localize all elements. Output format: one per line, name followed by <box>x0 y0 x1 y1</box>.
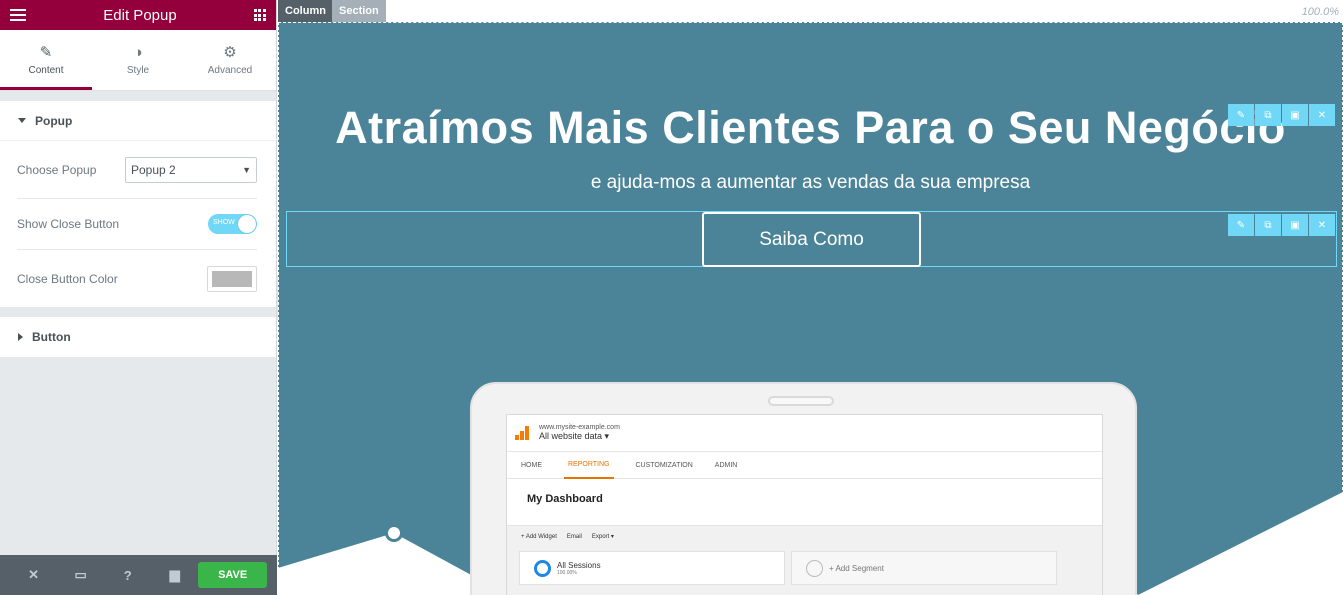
analytics-nav-customization: CUSTOMIZATION <box>635 461 693 469</box>
analytics-export: Export ▾ <box>591 534 614 540</box>
segment-empty-ring-icon <box>806 559 823 577</box>
analytics-nav: HOME REPORTING CUSTOMIZATION ADMIN <box>507 451 1102 479</box>
pencil-icon: ✎ <box>39 44 53 61</box>
gear-icon: ⚙ <box>223 44 237 61</box>
popup-section-header[interactable]: Popup <box>0 101 276 141</box>
analytics-add-widget: + Add Widget <box>521 533 557 540</box>
column-handle[interactable]: Column <box>278 0 333 22</box>
analytics-email: Email <box>566 533 582 540</box>
analytics-nav-home: HOME <box>521 461 542 469</box>
duplicate-icon[interactable]: ⧉ <box>1255 214 1281 236</box>
toggle-text: SHOW <box>213 219 235 226</box>
panel-footer: ✕ ▭ ? ▆ SAVE <box>0 555 277 595</box>
preview-canvas: Column Section 100.0% Atraímos Mais Clie… <box>278 0 1343 595</box>
help-icon[interactable]: ? <box>104 568 151 583</box>
panel-title: Edit Popup <box>103 6 177 24</box>
folder-icon[interactable]: ▆ <box>151 567 198 583</box>
tab-advanced[interactable]: ⚙ Advanced <box>184 30 276 90</box>
show-close-label: Show Close Button <box>17 217 120 231</box>
segment-value: 100.00% <box>557 569 577 576</box>
edit-icon[interactable]: ✎ <box>1228 214 1254 236</box>
hero-headline[interactable]: Atraímos Mais Clientes Para o Seu Negóci… <box>278 102 1343 154</box>
heading-toolbar: ✎ ⧉ ▣ ✕ <box>1228 104 1335 126</box>
panel-header: Edit Popup <box>0 0 276 30</box>
tab-style-label: Style <box>126 65 150 76</box>
edit-icon[interactable]: ✎ <box>1228 104 1254 126</box>
tab-content[interactable]: ✎ Content <box>0 30 92 90</box>
analytics-logo-icon <box>515 426 529 440</box>
tab-content-label: Content <box>28 65 64 76</box>
choose-popup-select[interactable]: Popup 2 ▼ <box>125 156 257 183</box>
analytics-nav-reporting: REPORTING <box>564 452 614 479</box>
tablet-mockup: www.mysite-example.com All website data … <box>470 382 1137 595</box>
close-color-control: Close Button Color <box>17 250 257 307</box>
analytics-site: www.mysite-example.com <box>539 424 620 431</box>
caret-down-icon <box>18 118 26 123</box>
hero-subheadline[interactable]: e ajuda-mos a aumentar as vendas da sua … <box>278 172 1343 194</box>
analytics-nav-admin: ADMIN <box>714 461 738 469</box>
saiba-como-button[interactable]: Saiba Como <box>702 212 921 267</box>
contrast-icon: ◑ <box>133 43 143 61</box>
segment-all-sessions: All Sessions 100.00% <box>519 551 785 585</box>
analytics-segments: All Sessions 100.00% + Add Segment <box>507 547 1102 595</box>
add-segment-label: + Add Segment <box>829 563 884 573</box>
analytics-screen: www.mysite-example.com All website data … <box>506 414 1103 595</box>
responsive-desktop-icon[interactable]: ▭ <box>57 567 104 583</box>
tablet-speaker <box>768 396 834 406</box>
button-section-header[interactable]: Button <box>0 317 276 357</box>
popup-section-title: Popup <box>35 113 73 128</box>
duplicate-icon[interactable]: ⧉ <box>1255 104 1281 126</box>
button-toolbar: ✎ ⧉ ▣ ✕ <box>1228 214 1335 236</box>
save-template-icon[interactable]: ▣ <box>1282 104 1308 126</box>
zoom-level: 100.0% <box>1301 6 1339 18</box>
save-button[interactable]: SAVE <box>198 562 267 588</box>
divider-handle-dot <box>385 524 403 542</box>
save-template-icon[interactable]: ▣ <box>1282 214 1308 236</box>
editor-app: Edit Popup ✎ Content ◑ Style ⚙ Advanced … <box>0 0 1343 595</box>
caret-right-icon <box>18 333 23 341</box>
choose-popup-control: Choose Popup Popup 2 ▼ <box>17 141 257 199</box>
show-close-control: Show Close Button SHOW <box>17 199 257 250</box>
menu-icon[interactable] <box>10 9 26 21</box>
segment-text: All Sessions 100.00% <box>557 561 601 576</box>
analytics-toolbar: + Add Widget Email Export ▾ <box>507 525 1102 547</box>
close-icon[interactable]: ✕ <box>10 567 57 583</box>
show-close-toggle[interactable]: SHOW <box>208 214 257 234</box>
button-section: Button <box>0 317 276 357</box>
close-color-label: Close Button Color <box>17 271 118 286</box>
close-color-swatch[interactable] <box>207 265 257 292</box>
tab-advanced-label: Advanced <box>207 65 253 76</box>
segment-ring-icon <box>534 559 551 577</box>
delete-icon[interactable]: ✕ <box>1309 214 1335 236</box>
popup-section: Popup Choose Popup Popup 2 ▼ Show Close … <box>0 101 276 307</box>
toggle-knob <box>238 215 256 233</box>
segment-add: + Add Segment <box>791 551 1057 585</box>
dropdown-arrow-icon: ▼ <box>242 164 251 175</box>
choose-popup-value: Popup 2 <box>131 162 176 177</box>
section-handle[interactable]: Section <box>332 0 386 22</box>
tab-style[interactable]: ◑ Style <box>92 30 184 90</box>
widgets-grid-icon[interactable] <box>253 9 266 21</box>
shape-divider-right <box>1138 492 1343 595</box>
button-section-title: Button <box>32 330 71 344</box>
panel-tabs: ✎ Content ◑ Style ⚙ Advanced <box>0 30 276 91</box>
analytics-account: www.mysite-example.com All website data … <box>539 424 620 442</box>
delete-icon[interactable]: ✕ <box>1309 104 1335 126</box>
analytics-header: www.mysite-example.com All website data … <box>507 415 1102 451</box>
editor-panel: Edit Popup ✎ Content ◑ Style ⚙ Advanced … <box>0 0 277 595</box>
analytics-view: All website data ▾ <box>539 431 610 441</box>
analytics-dashboard-title: My Dashboard <box>527 493 603 505</box>
swatch-fill <box>212 270 252 287</box>
choose-popup-label: Choose Popup <box>17 162 97 177</box>
segment-name: All Sessions <box>557 560 601 570</box>
